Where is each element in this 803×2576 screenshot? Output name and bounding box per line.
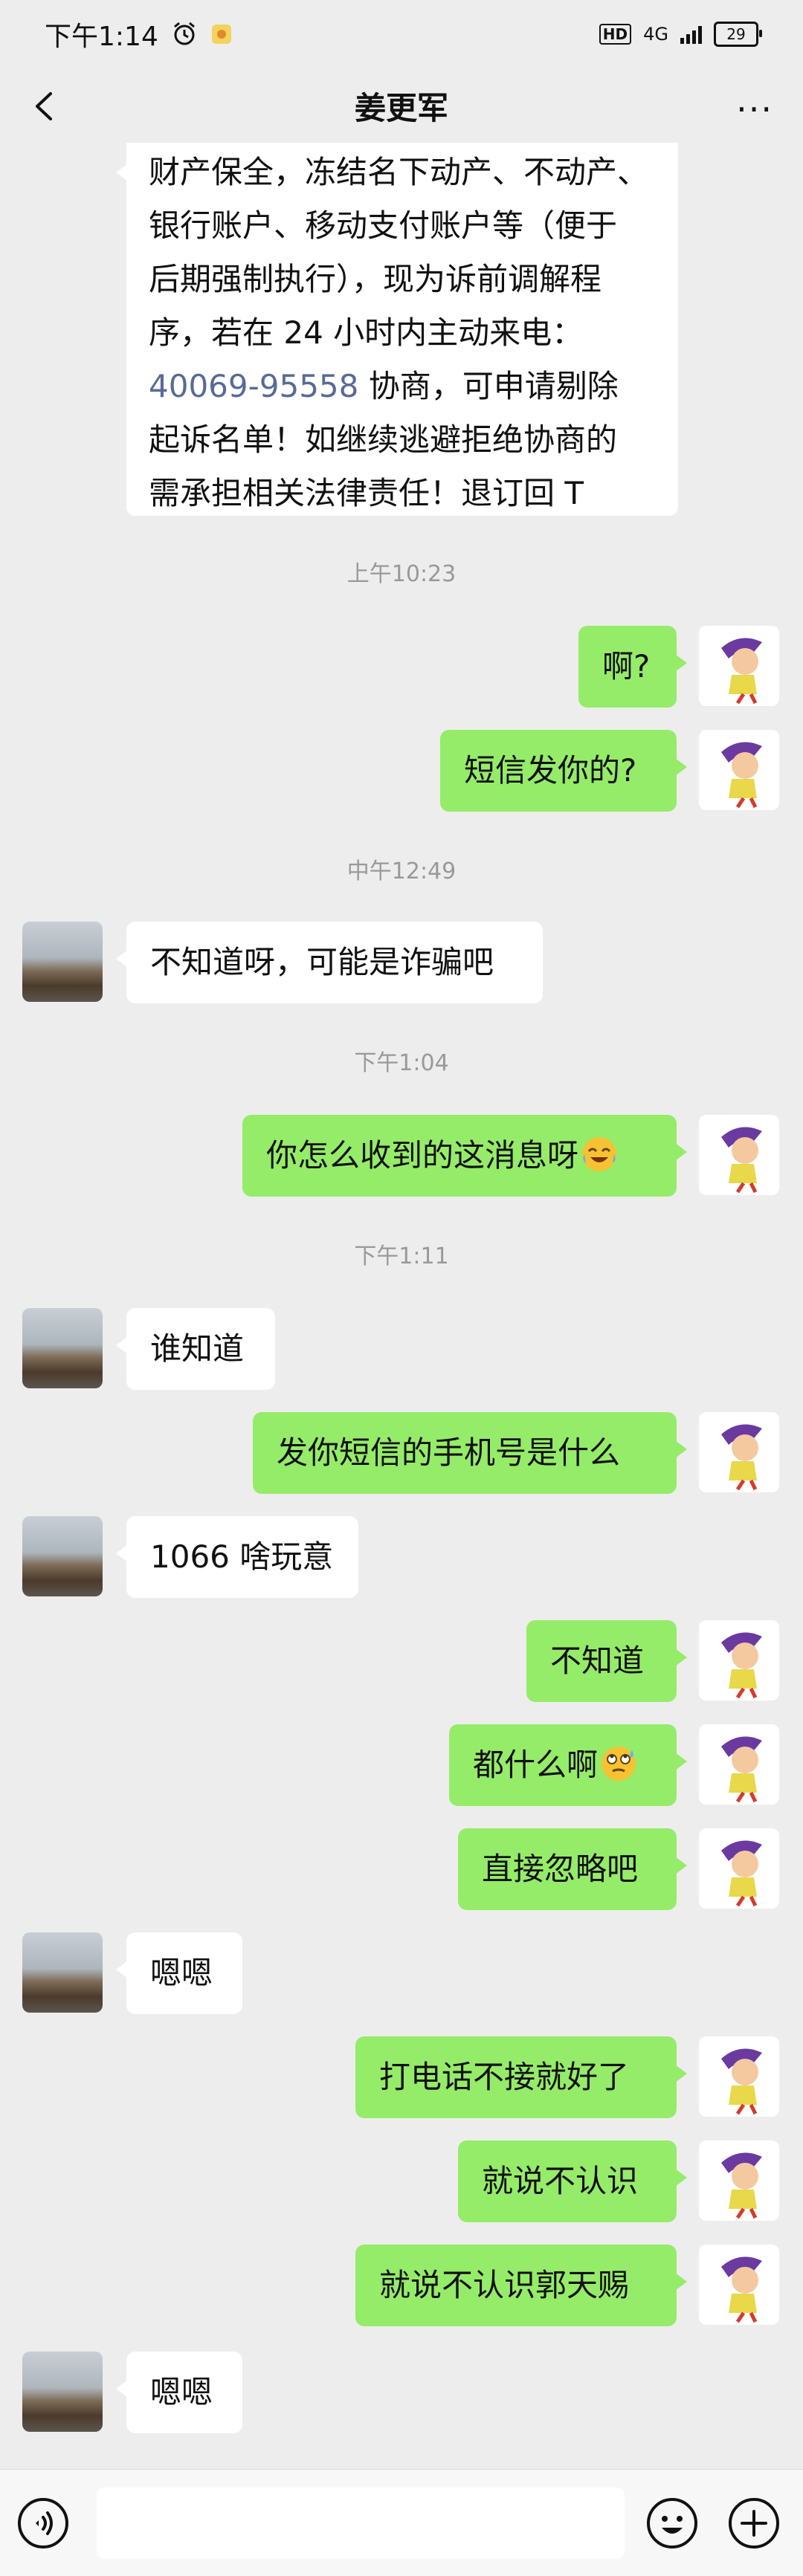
message-timestamp: 上午10:23 xyxy=(346,561,457,587)
message-text: 打电话不接就好了 xyxy=(379,2059,630,2095)
message-text: 就说不认识郭天赐 xyxy=(379,2267,630,2303)
cartoon-avatar-icon xyxy=(699,1115,779,1195)
back-arrow-icon[interactable] xyxy=(27,88,64,125)
notification-app-icon xyxy=(211,25,231,44)
message-bubble-incoming[interactable]: 1066 啥玩意 xyxy=(116,1516,358,1598)
message-bubble-outgoing[interactable]: 就说不认识郭天赐 xyxy=(355,2245,687,2326)
cartoon-avatar-icon xyxy=(699,2245,779,2325)
message-bubble-incoming[interactable]: 财产保全，冻结名下动产、不动产、 银行账户、移动支付账户等（便于 后期强制执行）… xyxy=(116,143,678,516)
message-bubble-incoming[interactable]: 谁知道 xyxy=(116,1308,275,1390)
phone-number-link[interactable]: 40069-95558 xyxy=(149,368,358,404)
message-input[interactable] xyxy=(97,2488,625,2559)
status-right: HD 4G 29 xyxy=(599,22,762,47)
my-avatar[interactable] xyxy=(699,1115,779,1195)
message-text: 1066 啥玩意 xyxy=(150,1538,334,1575)
network-type: 4G xyxy=(643,24,668,45)
input-bar xyxy=(0,2469,803,2576)
message-bubble-outgoing[interactable]: 打电话不接就好了 xyxy=(355,2036,687,2118)
cartoon-avatar-icon xyxy=(699,1412,779,1492)
battery-level: 29 xyxy=(726,25,746,43)
message-line: 财产保全，冻结名下动产、不动产、 xyxy=(149,154,649,190)
message-text: 直接忽略吧 xyxy=(482,1851,639,1887)
message-text: 啊? xyxy=(602,648,651,685)
eye-roll-sweat-emoji-icon xyxy=(602,1747,636,1781)
message-bubble-outgoing[interactable]: 你怎么收到的这消息呀 xyxy=(242,1115,687,1197)
my-avatar[interactable] xyxy=(699,626,779,706)
cartoon-avatar-icon xyxy=(699,626,779,706)
message-line: 序，若在 24 小时内主动来电： xyxy=(149,314,584,351)
cartoon-avatar-icon xyxy=(699,730,779,810)
message-bubble-outgoing[interactable]: 都什么啊 xyxy=(449,1724,687,1806)
cartoon-avatar-icon xyxy=(699,1724,779,1805)
message-line-rest: 协商，可申请剔除 xyxy=(358,368,619,404)
contact-avatar[interactable] xyxy=(22,922,103,1002)
my-avatar[interactable] xyxy=(699,1412,779,1492)
contact-avatar[interactable] xyxy=(22,1308,103,1388)
message-text: 谁知道 xyxy=(150,1330,245,1367)
message-timestamp: 中午12:49 xyxy=(346,858,457,884)
my-avatar[interactable] xyxy=(699,1828,779,1909)
message-text: 不知道 xyxy=(550,1643,645,1679)
contact-avatar[interactable] xyxy=(22,1516,103,1596)
message-bubble-incoming[interactable]: 不知道呀，可能是诈骗吧 xyxy=(116,922,543,1003)
message-text: 发你短信的手机号是什么 xyxy=(277,1434,621,1471)
emoji-picker-icon[interactable] xyxy=(645,2496,699,2550)
cartoon-avatar-icon xyxy=(699,1620,779,1700)
message-bubble-outgoing[interactable]: 短信发你的? xyxy=(440,730,687,812)
battery-icon: 29 xyxy=(714,22,762,47)
contact-avatar[interactable] xyxy=(22,2352,103,2432)
my-avatar[interactable] xyxy=(699,2140,779,2221)
message-bubble-outgoing[interactable]: 就说不认识 xyxy=(458,2140,687,2222)
my-avatar[interactable] xyxy=(699,1620,779,1700)
cartoon-avatar-icon xyxy=(699,2140,779,2221)
my-avatar[interactable] xyxy=(699,2245,779,2325)
status-left: 下午1:14 xyxy=(45,15,233,54)
cartoon-avatar-icon xyxy=(699,2036,779,2117)
message-timestamp: 下午1:11 xyxy=(354,1243,449,1269)
alarm-icon xyxy=(173,22,195,45)
message-text: 你怎么收到的这消息呀 xyxy=(266,1137,579,1174)
more-functions-plus-icon[interactable] xyxy=(727,2496,781,2550)
chat-message-list[interactable]: 财产保全，冻结名下动产、不动产、 银行账户、移动支付账户等（便于 后期强制执行）… xyxy=(0,143,803,2469)
my-avatar[interactable] xyxy=(699,730,779,810)
status-time: 下午1:14 xyxy=(45,22,158,52)
message-text: 嗯嗯 xyxy=(150,1955,213,1991)
hd-voice-icon: HD xyxy=(599,24,632,45)
more-options-icon[interactable]: ··· xyxy=(736,89,773,129)
message-bubble-incoming[interactable]: 嗯嗯 xyxy=(116,1932,242,2014)
laughing-crying-emoji-icon xyxy=(582,1137,617,1171)
message-line: 后期强制执行），现为诉前调解程 xyxy=(149,261,602,297)
message-line: 起诉名单！如继续逃避拒绝协商的 xyxy=(149,421,618,458)
message-bubble-outgoing[interactable]: 发你短信的手机号是什么 xyxy=(253,1412,687,1494)
message-timestamp: 下午1:04 xyxy=(354,1050,449,1076)
voice-input-icon[interactable] xyxy=(16,2496,70,2550)
message-bubble-incoming[interactable]: 嗯嗯 xyxy=(116,2352,242,2433)
message-text: 嗯嗯 xyxy=(150,2374,213,2410)
cartoon-avatar-icon xyxy=(699,1828,779,1909)
chat-header: 姜更军 ··· xyxy=(0,68,803,143)
my-avatar[interactable] xyxy=(699,1724,779,1805)
message-text: 短信发你的? xyxy=(464,752,637,789)
message-text: 都什么啊 xyxy=(473,1747,599,1783)
status-bar: 下午1:14 HD 4G 29 xyxy=(0,0,803,68)
message-text: 不知道呀，可能是诈骗吧 xyxy=(150,944,494,980)
message-line: 银行账户、移动支付账户等（便于 xyxy=(149,207,618,244)
message-bubble-outgoing[interactable]: 直接忽略吧 xyxy=(458,1828,687,1910)
message-bubble-outgoing[interactable]: 啊? xyxy=(578,626,687,708)
contact-name-title: 姜更军 xyxy=(354,89,448,126)
contact-avatar[interactable] xyxy=(22,1932,103,2013)
message-line: 需承担相关法律责任！退订回 T xyxy=(149,475,584,511)
signal-icon xyxy=(680,25,702,44)
message-bubble-outgoing[interactable]: 不知道 xyxy=(526,1620,687,1702)
message-line: 40069-95558 协商，可申请剔除 xyxy=(149,360,656,413)
message-text: 就说不认识 xyxy=(482,2163,639,2199)
my-avatar[interactable] xyxy=(699,2036,779,2117)
